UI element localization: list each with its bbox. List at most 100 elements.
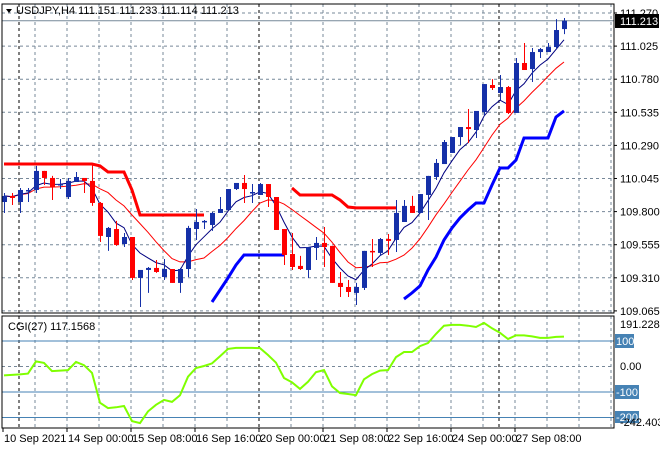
candle — [266, 184, 271, 208]
candle-body — [378, 239, 383, 253]
price-label: 109.310 — [620, 273, 660, 285]
price-label: 109.800 — [620, 207, 660, 219]
price-label: 110.290 — [620, 140, 659, 152]
collapse-triangle-icon[interactable] — [6, 9, 12, 13]
candle — [466, 109, 471, 143]
candle — [298, 255, 303, 270]
price-label: 111.025 — [620, 41, 658, 53]
candle — [402, 199, 407, 222]
candle — [482, 84, 487, 116]
candle-body — [58, 184, 63, 186]
cci-label: CGI(27) 117.1568 — [8, 321, 95, 333]
price-label: 110.045 — [620, 173, 659, 185]
candle-body — [138, 269, 143, 278]
candle-body — [386, 239, 391, 241]
candle — [34, 165, 39, 193]
candle-body — [546, 47, 551, 53]
time-label: 15 Sep 08:00 — [132, 433, 197, 445]
candle-body — [474, 110, 479, 130]
candle — [442, 139, 447, 165]
candle-body — [66, 180, 71, 198]
band-lines — [4, 109, 565, 303]
candle — [434, 159, 439, 180]
candle — [210, 212, 215, 231]
candle-body — [514, 62, 519, 113]
candle — [306, 246, 311, 278]
time-label: 27 Sep 08:00 — [516, 433, 581, 445]
cci-min-label: -242.4031 — [620, 417, 660, 429]
price-chart[interactable]: USDJPY,H4 111.151 111.233 111.114 111.21… — [0, 0, 660, 450]
candle-body — [402, 205, 407, 222]
candle-body — [346, 286, 351, 292]
candle-body — [482, 84, 487, 113]
time-axis: 10 Sep 2021 14 Sep 00:0015 Sep 08:0016 Se… — [2, 428, 581, 445]
candle-body — [114, 229, 119, 245]
candle — [370, 239, 375, 267]
candle-body — [458, 127, 463, 138]
candle-body — [170, 269, 175, 283]
candle — [226, 189, 231, 210]
candle — [554, 19, 559, 50]
cci-indicator — [2, 321, 614, 425]
candle — [130, 236, 135, 280]
candle-body — [10, 195, 15, 198]
candle-body — [146, 267, 151, 270]
candle — [26, 187, 31, 203]
candle-body — [394, 212, 399, 240]
time-label: 22 Sep 16:00 — [388, 433, 453, 445]
cci-level-minus100-label: -100 — [616, 387, 638, 399]
price-axis: 111.270111.025110.780110.535110.290110.0… — [614, 8, 660, 318]
candle — [274, 197, 279, 230]
cci-max-label: 191.2285 — [620, 319, 660, 331]
candle-body — [250, 192, 255, 194]
candle-body — [266, 184, 271, 198]
candle — [218, 197, 223, 213]
candle-body — [298, 265, 303, 270]
candle — [538, 47, 543, 58]
candle — [530, 47, 535, 83]
time-label: 20 Sep 00:00 — [260, 433, 325, 445]
candle-body — [274, 197, 279, 230]
candle — [258, 182, 263, 195]
candle-body — [426, 175, 431, 195]
candle-body — [282, 229, 287, 255]
candle-body — [338, 282, 343, 287]
candle-body — [234, 182, 239, 190]
candle — [546, 42, 551, 53]
candle — [338, 271, 343, 297]
candle-body — [506, 87, 511, 113]
candle — [170, 269, 175, 283]
candle-body — [154, 267, 159, 272]
candle-body — [34, 170, 39, 190]
price-label: 109.065 — [620, 306, 660, 318]
candle — [82, 177, 87, 193]
candle — [186, 225, 191, 277]
candle-body — [314, 242, 319, 248]
upper-band-line — [291, 186, 396, 210]
candle-body — [450, 137, 455, 153]
candle — [74, 172, 79, 183]
candle-body — [18, 189, 23, 203]
candle-body — [538, 49, 543, 53]
candle-body — [554, 30, 559, 48]
candle-body — [50, 177, 55, 188]
candle-body — [498, 87, 503, 93]
candle-body — [322, 242, 327, 247]
candle — [490, 79, 495, 91]
symbol-label: USDJPY,H4 — [16, 5, 75, 17]
candle-body — [98, 202, 103, 236]
candle-body — [434, 162, 439, 178]
candle-body — [410, 205, 415, 213]
candle-body — [306, 246, 311, 270]
candle — [410, 195, 415, 213]
time-label: 21 Sep 08:00 — [324, 433, 389, 445]
candle-body — [26, 189, 31, 192]
candle — [378, 237, 383, 256]
candle — [178, 267, 183, 293]
cci-zero-label: 0.00 — [620, 361, 641, 373]
price-label: 109.555 — [620, 240, 660, 252]
candle-body — [82, 177, 87, 181]
candle-body — [218, 209, 223, 213]
candle — [282, 229, 287, 265]
candle-body — [562, 20, 567, 30]
